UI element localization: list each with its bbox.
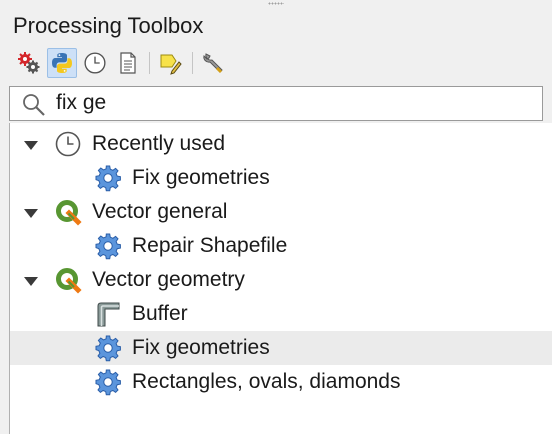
qgis-icon [54,266,82,294]
tree-item-rectangles-ovals-diamonds[interactable]: Rectangles, ovals, diamonds [10,365,552,399]
expand-arrow-icon[interactable] [24,141,38,150]
tree-item-label: Fix geometries [132,336,270,359]
tree-group-vector-geometry[interactable]: Vector geometry [10,263,552,297]
tree-item-label: Buffer [132,302,188,325]
edit-features-in-place-icon [160,54,182,75]
expand-arrow-icon[interactable] [24,209,38,218]
options-wrench-icon [203,53,223,74]
clock-icon [54,130,82,158]
algorithm-tree: Recently used Fix geometries Vector gene… [9,123,552,434]
toolbar-separator [149,52,150,74]
tree-item-repair-shapefile[interactable]: Repair Shapefile [10,229,552,263]
python-icon [52,53,72,73]
gear-icon [94,232,122,260]
tree-item-label: Rectangles, ovals, diamonds [132,370,401,393]
panel-drag-handle[interactable] [268,2,284,5]
tree-item-fix-geometries[interactable]: Fix geometries [10,331,552,365]
toolbar [14,48,232,78]
search-icon [23,94,45,116]
gear-icon [94,334,122,362]
tree-group-recently-used[interactable]: Recently used [10,127,552,161]
tree-item-label: Fix geometries [132,166,270,189]
tree-item-fix-geometries-recent[interactable]: Fix geometries [10,161,552,195]
tree-item-label: Repair Shapefile [132,234,288,257]
tree-item-buffer[interactable]: Buffer [10,297,552,331]
tree-group-label: Vector geometry [92,268,245,291]
tree-group-label: Recently used [92,132,226,155]
tree-group-vector-general[interactable]: Vector general [10,195,552,229]
models-gear-icon [18,52,40,74]
qgis-icon [54,198,82,226]
edit-in-place-button[interactable] [156,48,186,78]
results-document-icon [120,52,136,74]
toolbar-separator [192,52,193,74]
tree-group-label: Vector general [92,200,228,223]
results-viewer-button[interactable] [113,48,143,78]
models-button[interactable] [14,48,44,78]
search-box[interactable] [9,86,543,121]
gear-icon [94,164,122,192]
history-button[interactable] [80,48,110,78]
search-input[interactable] [56,91,526,115]
options-button[interactable] [199,48,229,78]
history-clock-icon [83,51,107,75]
panel-title: Processing Toolbox [13,13,204,38]
expand-arrow-icon[interactable] [24,277,38,286]
scripts-button[interactable] [47,48,77,78]
gear-icon [94,368,122,396]
buffer-icon [94,300,122,328]
